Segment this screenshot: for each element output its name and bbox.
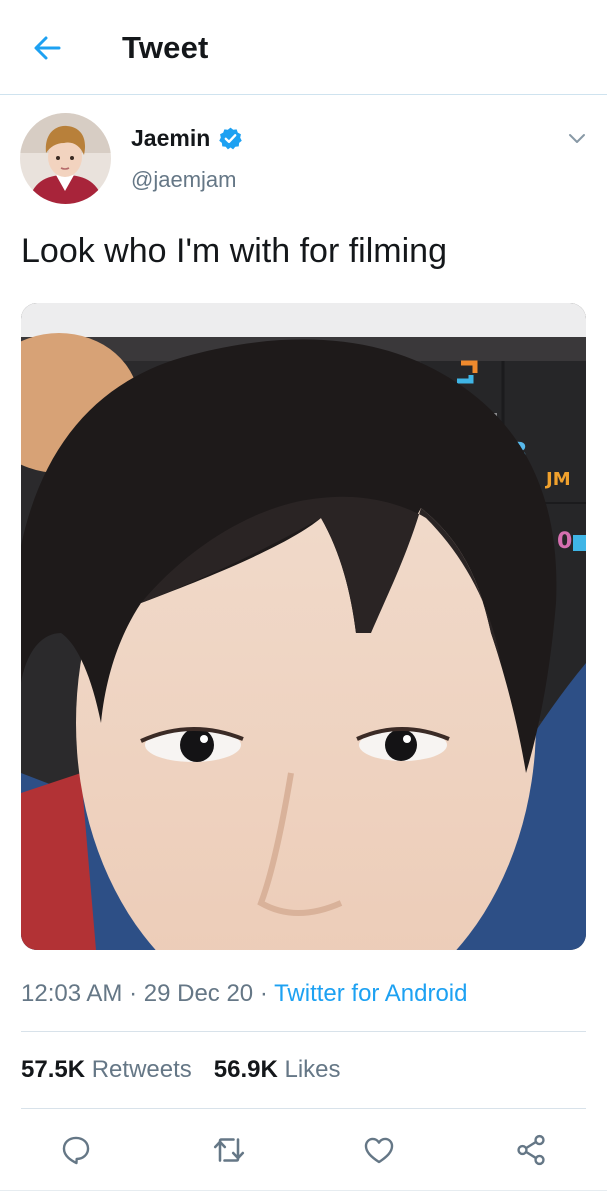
chevron-down-icon[interactable] bbox=[566, 127, 588, 149]
tweet-stats: 57.5K Retweets 56.9K Likes bbox=[21, 1056, 341, 1084]
svg-text:JM: JM bbox=[544, 469, 571, 490]
page-title: Tweet bbox=[122, 30, 209, 65]
like-icon[interactable] bbox=[357, 1128, 401, 1172]
svg-text:0: 0 bbox=[557, 529, 572, 554]
retweets-stat[interactable]: 57.5K Retweets bbox=[21, 1056, 192, 1084]
author-name[interactable]: Jaemin bbox=[131, 125, 210, 152]
author-name-row[interactable]: Jaemin bbox=[131, 125, 243, 152]
likes-count: 56.9K bbox=[213, 1056, 278, 1083]
action-bar bbox=[0, 1128, 607, 1172]
retweet-icon[interactable] bbox=[207, 1128, 251, 1172]
arrow-left-icon[interactable] bbox=[30, 31, 64, 65]
avatar[interactable] bbox=[20, 113, 111, 204]
tweet-date: 29 Dec 20 bbox=[143, 980, 254, 1007]
tweet-meta: 12:03 AM · 29 Dec 20 · Twitter for Andro… bbox=[21, 980, 467, 1008]
share-icon[interactable] bbox=[509, 1128, 553, 1172]
tweet-source-link[interactable]: Twitter for Android bbox=[274, 980, 467, 1007]
meta-separator: · bbox=[259, 980, 268, 1007]
tweet-time: 12:03 AM bbox=[21, 980, 123, 1007]
divider bbox=[21, 1031, 586, 1032]
verified-badge-icon bbox=[218, 126, 243, 151]
meta-separator: · bbox=[129, 980, 138, 1007]
divider bbox=[0, 1190, 607, 1191]
divider bbox=[21, 1108, 586, 1109]
author-handle[interactable]: @jaemjam bbox=[131, 167, 236, 193]
likes-stat[interactable]: 56.9K Likes bbox=[214, 1056, 341, 1084]
reply-icon[interactable] bbox=[54, 1128, 98, 1172]
top-bar: Tweet bbox=[0, 0, 607, 95]
tweet-text: Look who I'm with for filming bbox=[21, 232, 447, 270]
tweet-photo[interactable]: 18 JM 0 bbox=[21, 303, 586, 950]
retweets-label: Retweets bbox=[91, 1056, 192, 1083]
retweets-count: 57.5K bbox=[21, 1056, 86, 1083]
likes-label: Likes bbox=[284, 1056, 341, 1083]
